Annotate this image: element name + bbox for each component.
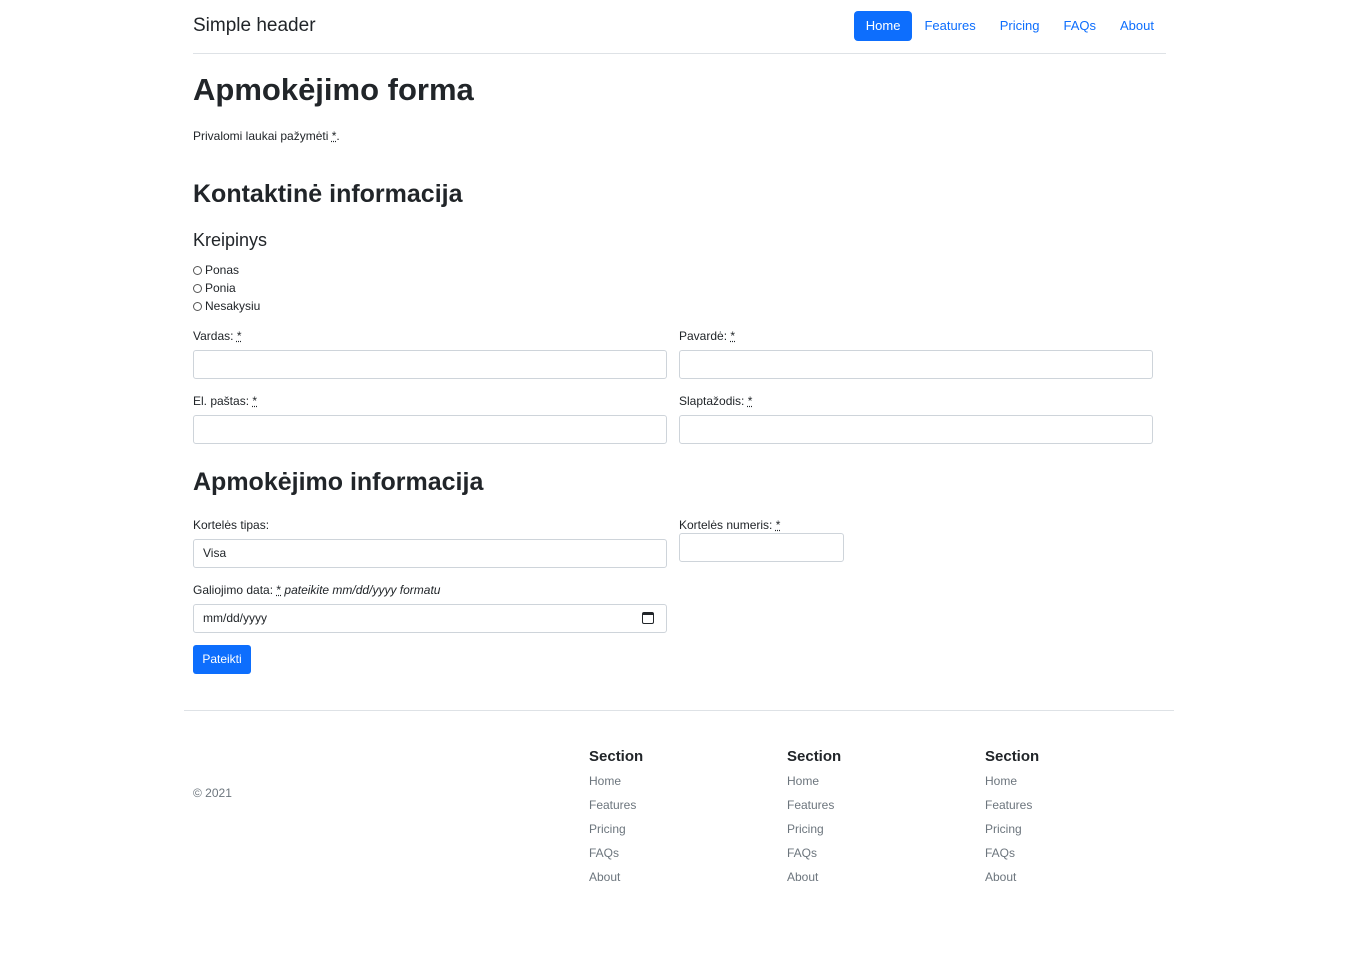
required-note-text: Privalomi laukai pažymėti bbox=[193, 129, 329, 143]
page-title: Apmokėjimo forma bbox=[193, 72, 474, 107]
expiry-date-placeholder: mm/dd/yyyy bbox=[203, 611, 268, 625]
radio-option-nesakysiu[interactable]: Nesakysiu bbox=[193, 299, 260, 313]
card-type-select[interactable]: Visa bbox=[193, 539, 667, 568]
expiry-label-text: Galiojimo data: bbox=[193, 583, 274, 597]
first-name-label: Vardas: * bbox=[193, 329, 241, 343]
nav-about[interactable]: About bbox=[1108, 11, 1166, 41]
required-star: * bbox=[252, 394, 258, 408]
footer-link-features[interactable]: Features bbox=[787, 798, 947, 822]
site-header: Simple header Home Features Pricing FAQs… bbox=[193, 0, 1166, 54]
footer-link-features[interactable]: Features bbox=[589, 798, 749, 822]
calendar-icon[interactable] bbox=[642, 612, 654, 624]
nav-faqs[interactable]: FAQs bbox=[1052, 11, 1109, 41]
first-name-label-text: Vardas: bbox=[193, 329, 234, 343]
main-nav: Home Features Pricing FAQs About bbox=[853, 11, 1166, 41]
radio-label: Nesakysiu bbox=[205, 299, 261, 313]
email-label-text: El. paštas: bbox=[193, 394, 250, 408]
footer-link-faqs[interactable]: FAQs bbox=[985, 846, 1145, 870]
required-star: * bbox=[730, 329, 736, 343]
footer-link-pricing[interactable]: Pricing bbox=[985, 822, 1145, 846]
card-type-label: Kortelės tipas: bbox=[193, 518, 270, 532]
footer-link-pricing[interactable]: Pricing bbox=[787, 822, 947, 846]
expiry-date-field[interactable]: mm/dd/yyyy bbox=[193, 604, 667, 633]
footer-divider bbox=[184, 710, 1174, 711]
radio-option-ponas[interactable]: Ponas bbox=[193, 263, 239, 277]
last-name-label-text: Pavardė: bbox=[679, 329, 728, 343]
nav-home[interactable]: Home bbox=[853, 11, 913, 41]
radio-option-ponia[interactable]: Ponia bbox=[193, 281, 236, 295]
footer-link-pricing[interactable]: Pricing bbox=[589, 822, 749, 846]
card-number-label-text: Kortelės numeris: bbox=[679, 518, 773, 532]
copyright: © 2021 bbox=[193, 786, 232, 800]
radio-label: Ponia bbox=[205, 281, 236, 295]
footer-column-1: Section Home Features Pricing FAQs About bbox=[589, 748, 749, 894]
expiry-label: Galiojimo data: * pateikite mm/dd/yyyy f… bbox=[193, 583, 440, 597]
footer-section-heading: Section bbox=[589, 748, 644, 765]
card-number-field[interactable] bbox=[679, 533, 844, 562]
required-note-end: . bbox=[336, 129, 340, 143]
footer-section-heading: Section bbox=[985, 748, 1040, 765]
radio-button[interactable] bbox=[193, 301, 202, 311]
radio-button[interactable] bbox=[193, 265, 202, 275]
footer-section-heading: Section bbox=[787, 748, 842, 765]
password-label-text: Slaptažodis: bbox=[679, 394, 745, 408]
radio-label: Ponas bbox=[205, 263, 240, 277]
footer-link-about[interactable]: About bbox=[589, 870, 749, 894]
last-name-label: Pavardė: * bbox=[679, 329, 735, 343]
required-star: * bbox=[775, 518, 781, 532]
footer-link-faqs[interactable]: FAQs bbox=[787, 846, 947, 870]
footer-link-home[interactable]: Home bbox=[787, 774, 947, 798]
footer-link-home[interactable]: Home bbox=[985, 774, 1145, 798]
submit-button[interactable]: Pateikti bbox=[193, 645, 251, 674]
radio-button[interactable] bbox=[193, 283, 202, 293]
footer-link-faqs[interactable]: FAQs bbox=[589, 846, 749, 870]
last-name-field[interactable] bbox=[679, 350, 1153, 379]
first-name-field[interactable] bbox=[193, 350, 667, 379]
brand-title[interactable]: Simple header bbox=[193, 15, 316, 37]
email-label: El. paštas: * bbox=[193, 394, 257, 408]
footer-column-3: Section Home Features Pricing FAQs About bbox=[985, 748, 1145, 894]
footer-link-home[interactable]: Home bbox=[589, 774, 749, 798]
required-star: * bbox=[747, 394, 753, 408]
footer-link-features[interactable]: Features bbox=[985, 798, 1145, 822]
nav-pricing[interactable]: Pricing bbox=[988, 11, 1052, 41]
password-field[interactable] bbox=[679, 415, 1153, 444]
footer-column-2: Section Home Features Pricing FAQs About bbox=[787, 748, 947, 894]
required-note: Privalomi laukai pažymėti *. bbox=[193, 129, 340, 143]
salutation-heading: Kreipinys bbox=[193, 230, 268, 250]
nav-features[interactable]: Features bbox=[912, 11, 987, 41]
footer-link-about[interactable]: About bbox=[787, 870, 947, 894]
footer-link-about[interactable]: About bbox=[985, 870, 1145, 894]
contact-heading: Kontaktinė informacija bbox=[193, 180, 463, 208]
email-field[interactable] bbox=[193, 415, 667, 444]
expiry-hint: pateikite mm/dd/yyyy formatu bbox=[284, 583, 441, 597]
card-number-label: Kortelės numeris: * bbox=[679, 518, 780, 532]
payment-heading: Apmokėjimo informacija bbox=[193, 468, 484, 496]
required-star: * bbox=[236, 329, 242, 343]
required-star: * bbox=[276, 583, 282, 597]
password-label: Slaptažodis: * bbox=[679, 394, 752, 408]
